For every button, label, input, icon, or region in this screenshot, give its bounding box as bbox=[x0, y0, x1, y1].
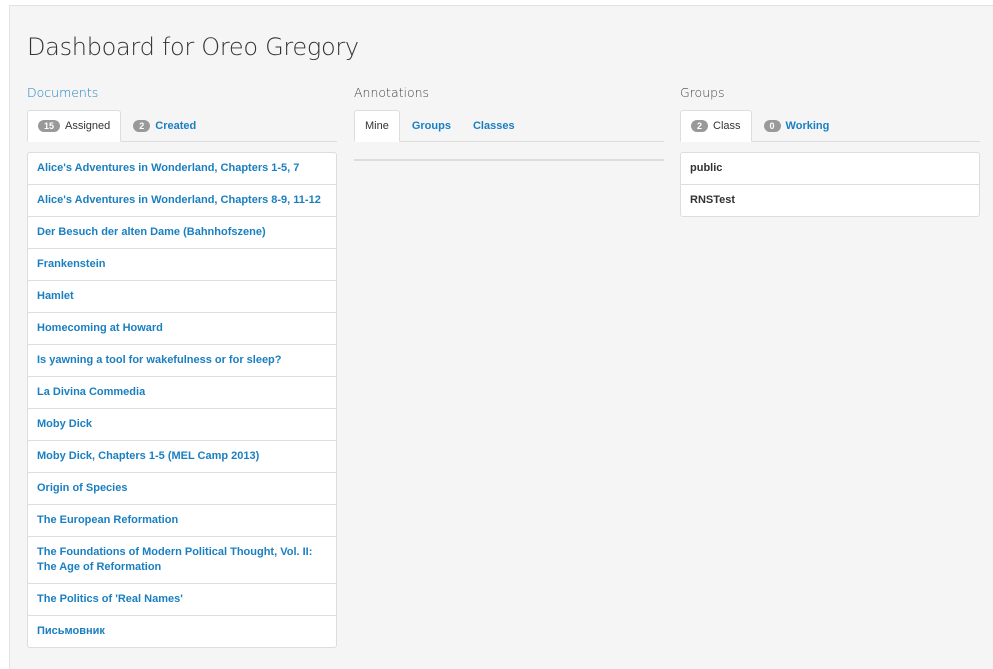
annotations-tabs: Mine Groups Classes bbox=[354, 109, 664, 142]
tab-class-label: Class bbox=[713, 120, 741, 132]
groups-heading: Groups bbox=[680, 85, 725, 100]
tab-created-label: Created bbox=[155, 119, 197, 132]
annotations-heading: Annotations bbox=[354, 85, 430, 100]
document-link[interactable]: Moby Dick, Chapters 1-5 (MEL Camp 2013) bbox=[28, 441, 336, 473]
groups-section: Groups 2 Class 0 Working public RNSTest bbox=[680, 84, 980, 217]
tab-working-label: Working bbox=[785, 119, 830, 132]
document-link[interactable]: Frankenstein bbox=[28, 249, 336, 281]
tab-groups[interactable]: Groups bbox=[402, 110, 461, 141]
tab-created[interactable]: 2 Created bbox=[123, 110, 206, 141]
created-count-badge: 2 bbox=[133, 119, 151, 132]
document-link[interactable]: Der Besuch der alten Dame (Bahnhofszene) bbox=[28, 217, 336, 249]
tab-working[interactable]: 0 Working bbox=[754, 110, 840, 141]
document-link[interactable]: Alice's Adventures in Wonderland, Chapte… bbox=[28, 153, 336, 185]
tab-mine[interactable]: Mine bbox=[354, 110, 400, 142]
document-link[interactable]: Origin of Species bbox=[28, 473, 336, 505]
document-link[interactable]: Alice's Adventures in Wonderland, Chapte… bbox=[28, 185, 336, 217]
page-title: Dashboard for Oreo Gregory bbox=[27, 33, 359, 61]
class-count-badge: 2 bbox=[691, 120, 709, 132]
document-link[interactable]: Moby Dick bbox=[28, 409, 336, 441]
document-link[interactable]: Is yawning a tool for wakefulness or for… bbox=[28, 345, 336, 377]
annotations-section: Annotations Mine Groups Classes bbox=[354, 84, 664, 161]
working-count-badge: 0 bbox=[763, 119, 781, 132]
documents-list: Alice's Adventures in Wonderland, Chapte… bbox=[27, 152, 337, 648]
assigned-count-badge: 15 bbox=[38, 120, 61, 132]
dashboard-panel: Dashboard for Oreo Gregory Documents 15 … bbox=[9, 5, 993, 669]
tab-classes[interactable]: Classes bbox=[463, 110, 525, 141]
tab-assigned-label: Assigned bbox=[65, 120, 111, 132]
document-link[interactable]: Письмовник bbox=[28, 616, 336, 647]
annotations-divider bbox=[354, 159, 664, 161]
document-link[interactable]: The Politics of 'Real Names' bbox=[28, 584, 336, 616]
documents-section: Documents 15 Assigned 2 Created Alice's … bbox=[27, 84, 337, 648]
groups-tabs: 2 Class 0 Working bbox=[680, 109, 980, 142]
documents-heading-link[interactable]: Documents bbox=[27, 84, 337, 102]
tab-class[interactable]: 2 Class bbox=[680, 110, 752, 142]
tab-assigned[interactable]: 15 Assigned bbox=[27, 110, 122, 142]
group-item[interactable]: public bbox=[681, 153, 979, 185]
groups-list: public RNSTest bbox=[680, 152, 980, 217]
document-link[interactable]: La Divina Commedia bbox=[28, 377, 336, 409]
group-item[interactable]: RNSTest bbox=[681, 185, 979, 216]
document-link[interactable]: Hamlet bbox=[28, 281, 336, 313]
document-link[interactable]: The Foundations of Modern Political Thou… bbox=[28, 537, 336, 584]
document-link[interactable]: Homecoming at Howard bbox=[28, 313, 336, 345]
document-link[interactable]: The European Reformation bbox=[28, 505, 336, 537]
documents-tabs: 15 Assigned 2 Created bbox=[27, 109, 337, 142]
